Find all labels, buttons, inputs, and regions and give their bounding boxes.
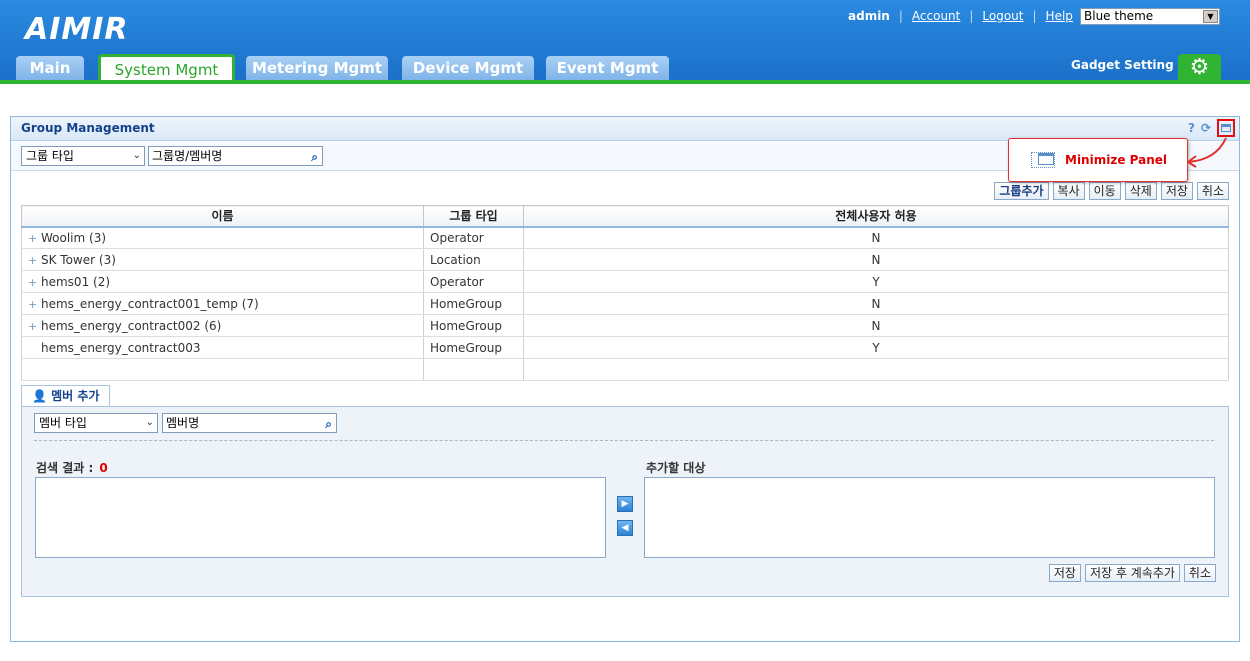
move-left-icon[interactable]: ◀ [617,520,633,536]
minimize-panel-icon [1031,152,1055,168]
table-row [21,358,1229,381]
divider [34,440,1214,441]
search-result-list[interactable] [35,477,606,558]
table-row[interactable]: + SK Tower (3) Location N [21,248,1229,271]
username: admin [848,9,890,23]
member-cancel-button[interactable]: 취소 [1183,564,1216,582]
move-button[interactable]: 이동 [1088,182,1121,200]
group-type: Operator [423,270,524,293]
allow-all-value: Y [523,270,1229,293]
search-icon[interactable]: ⌕ [325,415,332,433]
tab-device-mgmt[interactable]: Device Mgmt [402,56,534,80]
column-header-type[interactable]: 그룹 타입 [423,205,524,228]
group-name: Woolim [41,230,86,245]
group-name: SK Tower [41,252,96,267]
table-row[interactable]: + Woolim (3) Operator N [21,226,1229,249]
result-count: 0 [99,461,108,475]
minimize-panel-callout: Minimize Panel [1008,138,1188,182]
member-add-section: 👤 멤버 추가 멤버 타입 ⌄ 멤버명 ⌕ 검색 결과 :0 ▶ ◀ 추가할 대… [21,385,1229,597]
chevron-down-icon: ⌄ [145,417,154,428]
table-row[interactable]: + hems01 (2) Operator Y [21,270,1229,293]
group-name: hems01 [41,274,90,289]
search-icon[interactable]: ⌕ [311,148,318,166]
help-link[interactable]: Help [1046,9,1073,23]
delete-button[interactable]: 삭제 [1124,182,1157,200]
group-name: hems_energy_contract001_temp [41,296,238,311]
allow-all-value: Y [523,336,1229,359]
tab-metering-mgmt[interactable]: Metering Mgmt [246,56,388,80]
group-type: Location [423,248,524,271]
group-type: HomeGroup [423,336,524,359]
expand-icon[interactable]: + [28,254,37,267]
tab-event-mgmt[interactable]: Event Mgmt [546,56,669,80]
account-link[interactable]: Account [912,9,960,23]
group-type: HomeGroup [423,292,524,315]
tab-underline [0,80,1250,84]
member-action-buttons: 저장 저장 후 계속추가 취소 [1048,564,1216,582]
callout-arrow-icon [1187,137,1227,168]
gear-icon[interactable]: ⚙ [1178,54,1221,82]
expand-icon[interactable]: + [28,320,37,333]
expand-icon[interactable]: + [28,298,37,311]
copy-button[interactable]: 복사 [1052,182,1085,200]
allow-all-value: N [523,314,1229,337]
logout-link[interactable]: Logout [982,9,1023,23]
top-links: admin | Account | Logout | Help | [848,9,1086,23]
column-header-allow-all[interactable]: 전체사용자 허용 [523,205,1229,228]
search-result-label: 검색 결과 :0 [36,461,108,475]
group-action-buttons: 그룹추가 복사 이동 삭제 저장 취소 [994,182,1229,200]
allow-all-value: N [523,292,1229,315]
group-type: HomeGroup [423,314,524,337]
table-row[interactable]: hems_energy_contract003 HomeGroup Y [21,336,1229,359]
gadget-setting-label: Gadget Setting [1071,58,1174,72]
table-row[interactable]: + hems_energy_contract002 (6) HomeGroup N [21,314,1229,337]
member-add-body: 멤버 타입 ⌄ 멤버명 ⌕ 검색 결과 :0 ▶ ◀ 추가할 대상 저장 저장 … [21,406,1229,597]
group-management-panel: Group Management ? ⟳ 그룹 타입 ⌄ 그룹명/멤버명 ⌕ 그… [10,116,1240,642]
group-search-input[interactable]: 그룹명/멤버명 ⌕ [148,146,323,166]
callout-text: Minimize Panel [1065,153,1167,167]
cancel-button[interactable]: 취소 [1196,182,1229,200]
theme-select[interactable]: Blue theme ▼ [1080,8,1220,25]
panel-title: Group Management [21,121,155,135]
member-save-button[interactable]: 저장 [1048,564,1081,582]
member-search-input[interactable]: 멤버명 ⌕ [162,413,337,433]
group-name: hems_energy_contract002 [41,318,201,333]
group-table: 이름 그룹 타입 전체사용자 허용 + Woolim (3) Operator N… [21,205,1229,381]
user-icon: 👤 [32,389,47,403]
allow-all-value: N [523,248,1229,271]
member-type-select[interactable]: 멤버 타입 ⌄ [34,413,158,433]
group-type-select[interactable]: 그룹 타입 ⌄ [21,146,145,166]
chevron-down-icon[interactable]: ▼ [1203,10,1218,23]
save-button[interactable]: 저장 [1160,182,1193,200]
expand-icon[interactable]: + [28,232,37,245]
tab-member-add[interactable]: 👤 멤버 추가 [21,385,111,407]
expand-icon[interactable]: + [28,276,37,289]
group-type: Operator [423,226,524,249]
tab-main[interactable]: Main [16,56,84,80]
target-list[interactable] [644,477,1215,558]
column-header-name[interactable]: 이름 [21,205,424,228]
target-label: 추가할 대상 [646,461,706,475]
allow-all-value: N [523,226,1229,249]
top-header: AIMIR admin | Account | Logout | Help | … [0,0,1250,84]
table-row[interactable]: + hems_energy_contract001_temp (7) HomeGr… [21,292,1229,315]
move-right-icon[interactable]: ▶ [617,496,633,512]
chevron-down-icon: ⌄ [132,150,141,161]
logo: AIMIR [25,12,129,47]
group-name: hems_energy_contract003 [41,340,201,355]
save-continue-button[interactable]: 저장 후 계속추가 [1084,564,1180,582]
add-group-button[interactable]: 그룹추가 [994,182,1049,200]
